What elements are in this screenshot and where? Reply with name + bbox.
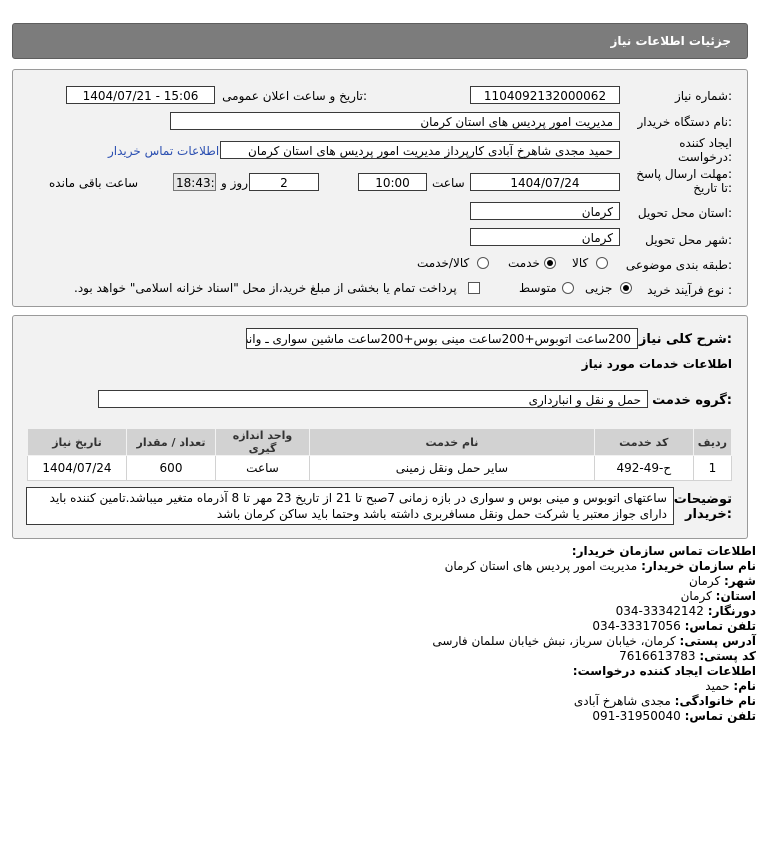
category-radio-service[interactable]: [544, 257, 556, 269]
cell-need-date: 1404/07/24: [27, 455, 127, 481]
contact-city-label: شهر:: [724, 574, 756, 588]
cell-unit: ساعت: [215, 455, 310, 481]
cell-quantity: 600: [126, 455, 216, 481]
remaining-time-field: 18:43:09: [173, 173, 216, 191]
remaining-days-field: 2: [249, 173, 319, 191]
process-radio-medium[interactable]: [562, 282, 574, 294]
remaining-days-label: روز و: [221, 176, 248, 190]
province-line: استان: کرمان: [681, 589, 756, 604]
contact-province-value: کرمان: [680, 589, 712, 603]
creator-label: ایجاد کننده درخواست:: [678, 136, 732, 164]
page-header: جزئیات اطلاعات نیاز: [12, 23, 748, 59]
postal-value: 7616613783: [619, 649, 696, 663]
service-group-field: حمل و نقل و انبارداری: [98, 390, 648, 408]
last-name-label: نام خانوادگی:: [674, 694, 756, 708]
fax-line: دورنگار: 034-33342142: [616, 604, 756, 619]
address-label: آدرس پستی:: [679, 634, 756, 648]
postal-line: کد پستی: 7616613783: [619, 649, 756, 664]
org-name-line: نام سازمان خریدار: مدیریت امور پردیس های…: [445, 559, 756, 574]
creator-label-line2: درخواست:: [678, 150, 732, 164]
first-name-value: حمید: [705, 679, 730, 693]
buyer-org-label: نام دستگاه خریدار:: [637, 115, 733, 129]
phone-label: تلفن تماس:: [684, 619, 756, 633]
process-type-label: نوع فرآیند خرید :: [647, 283, 732, 297]
col-unit: واحد اندازه گیری: [215, 428, 310, 456]
buyer-contact-title: اطلاعات تماس سازمان خریدار:: [571, 544, 756, 558]
process-option-medium: متوسط: [519, 281, 557, 295]
category-label: طبقه بندی موضوعی:: [625, 258, 732, 272]
org-name-value: مدیریت امور پردیس های استان کرمان: [444, 559, 638, 573]
delivery-city-field: کرمان: [470, 228, 620, 246]
org-name-label: نام سازمان خریدار:: [641, 559, 756, 573]
category-option-service: خدمت: [508, 256, 540, 270]
delivery-province-field: کرمان: [470, 202, 620, 220]
category-option-goods: کالا: [572, 256, 589, 270]
deadline-label: مهلت ارسال پاسخ: تا تاریخ:: [636, 167, 732, 195]
services-table: ردیف کد خدمت نام خدمت واحد اندازه گیری ت…: [27, 428, 733, 481]
creator-phone-value: 091-31950040: [592, 709, 681, 723]
buyer-org-field: مدیریت امور پردیس های استان کرمان: [170, 112, 620, 130]
last-name-value: مجدی شاهرخ آبادی: [573, 694, 671, 708]
process-option-minor: جزیی: [585, 281, 613, 295]
category-radio-goods[interactable]: [596, 257, 608, 269]
col-need-date: تاریخ نیاز: [27, 428, 127, 456]
creator-label-line1: ایجاد کننده: [679, 136, 732, 150]
postal-label: کد پستی:: [699, 649, 756, 663]
table-row: 1 ح-49-492 سایر حمل ونقل زمینی ساعت 600 …: [27, 455, 733, 481]
deadline-time-label: ساعت: [432, 176, 465, 190]
category-option-goods-service: کالا/خدمت: [417, 256, 470, 270]
buyer-notes-label-line2: خریدار:: [685, 507, 732, 522]
category-radio-goods-service[interactable]: [477, 257, 489, 269]
deadline-label-line1: مهلت ارسال پاسخ:: [636, 167, 732, 181]
announce-date-label: تاریخ و ساعت اعلان عمومی:: [222, 89, 367, 103]
process-radio-minor[interactable]: [620, 282, 632, 294]
announce-date-field: 1404/07/21 - 15:06: [66, 86, 215, 104]
delivery-province-label: استان محل تحویل:: [637, 206, 732, 220]
cell-service-code: ح-49-492: [593, 455, 694, 481]
creator-field: حمید مجدی شاهرخ آبادی کارپرداز مدیریت ام…: [220, 141, 620, 159]
creator-phone-label: تلفن تماس:: [684, 709, 756, 723]
contact-city-value: کرمان: [688, 574, 721, 588]
col-service-code: کد خدمت: [593, 428, 694, 456]
deadline-time-field: 10:00: [358, 173, 427, 191]
fax-value: 034-33342142: [615, 604, 704, 618]
need-number-field: 1104092132000062: [470, 86, 620, 104]
buyer-contact-link[interactable]: اطلاعات تماس خریدار: [108, 144, 219, 158]
delivery-city-label: شهر محل تحویل:: [645, 233, 732, 247]
deadline-label-line2: تا تاریخ:: [693, 181, 732, 195]
general-desc-label: شرح کلی نیاز:: [638, 332, 732, 347]
creator-phone-line: تلفن تماس: 091-31950040: [592, 709, 756, 724]
service-group-label: گروه خدمت:: [652, 393, 732, 408]
page-title: جزئیات اطلاعات نیاز: [610, 34, 731, 48]
first-name-label: نام:: [733, 679, 756, 693]
col-quantity: تعداد / مقدار: [126, 428, 216, 456]
first-name-line: نام: حمید: [705, 679, 756, 694]
col-service-name: نام خدمت: [309, 428, 595, 456]
need-number-label: شماره نیاز:: [674, 89, 732, 103]
cell-service-name: سایر حمل ونقل زمینی: [309, 455, 595, 481]
treasury-payment-checkbox[interactable]: [468, 282, 480, 294]
contact-province-label: استان:: [715, 589, 756, 603]
last-name-line: نام خانوادگی: مجدی شاهرخ آبادی: [574, 694, 756, 709]
phone-line: تلفن تماس: 034-33317056: [592, 619, 756, 634]
address-value: کرمان، خیابان سرباز، نبش خیابان سلمان فا…: [432, 634, 676, 648]
buyer-notes-label-line1: توضیحات: [673, 492, 732, 507]
general-desc-field: 200ساعت اتوبوس+200ساعت مینی بوس+200ساعت …: [246, 328, 638, 349]
address-line: آدرس پستی: کرمان، خیابان سرباز، نبش خیاب…: [432, 634, 756, 649]
services-table-header: ردیف کد خدمت نام خدمت واحد اندازه گیری ت…: [27, 428, 733, 456]
creator-info-title: اطلاعات ایجاد کننده درخواست:: [572, 664, 756, 678]
remaining-time-label: ساعت باقی مانده: [49, 176, 139, 190]
buyer-notes-label: توضیحات خریدار:: [674, 492, 732, 522]
treasury-payment-note: پرداخت تمام یا بخشی از مبلغ خرید،از محل …: [74, 281, 457, 295]
cell-row: 1: [692, 455, 733, 481]
fax-label: دورنگار:: [707, 604, 756, 618]
buyer-notes-field: ساعتهای اتوبوس و مینی بوس و سواری در باز…: [26, 487, 674, 525]
deadline-date-field: 1404/07/24: [470, 173, 620, 191]
services-info-title: اطلاعات خدمات مورد نیاز: [581, 357, 732, 371]
phone-value: 034-33317056: [592, 619, 681, 633]
col-row: ردیف: [692, 428, 733, 456]
city-line: شهر: کرمان: [689, 574, 756, 589]
